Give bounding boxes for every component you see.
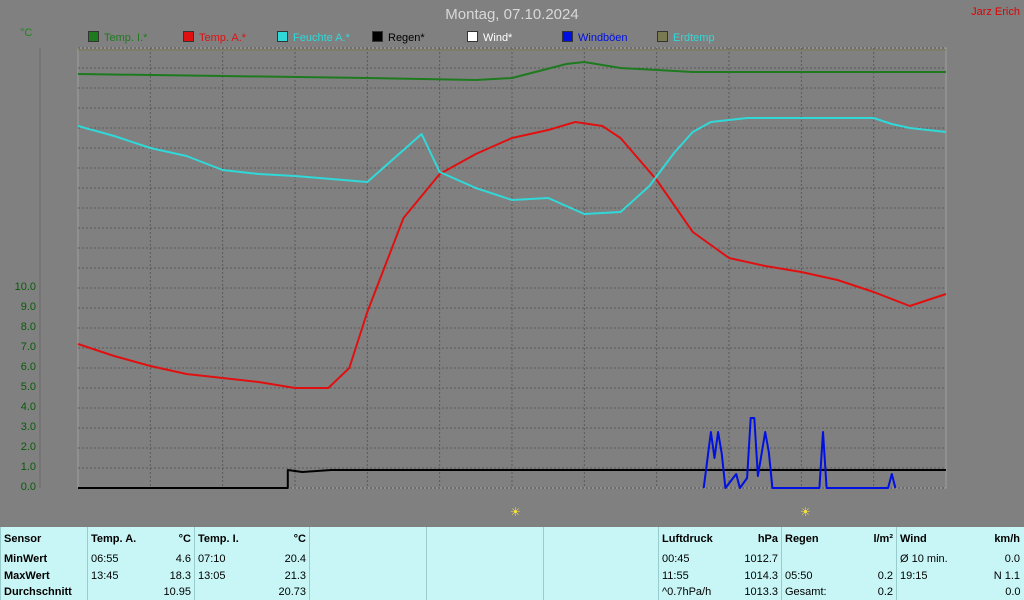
author-label: Jarz Erich bbox=[971, 6, 1020, 18]
hdr-luftdruck: Luftdruck bbox=[658, 527, 725, 552]
rain-total-label: Gesamt: bbox=[781, 583, 858, 600]
wind-max-value: N 1.1 bbox=[993, 569, 1020, 582]
ti-min-time: 07:10 bbox=[194, 551, 251, 568]
legend-item-windboeen: Windböen bbox=[562, 31, 628, 45]
y-tick-label: 9.0 bbox=[20, 301, 36, 313]
y-tick-label: 2.0 bbox=[20, 441, 36, 453]
stats-table: Sensor Temp. A. °C Temp. I. °C Luftdruck… bbox=[0, 527, 1024, 600]
legend-item-temp-i: Temp. I.* bbox=[88, 31, 147, 45]
ti-max-time: 13:05 bbox=[194, 567, 251, 584]
sunrise-icon: ☀ bbox=[510, 505, 521, 519]
ti-min-value: 20.4 bbox=[284, 553, 306, 566]
ti-avg-value: 20.73 bbox=[278, 585, 306, 598]
legend-item-temp-a: Temp. A.* bbox=[183, 31, 246, 45]
row-label-max: MaxWert bbox=[0, 567, 88, 584]
y-tick-label: 5.0 bbox=[20, 381, 36, 393]
p-max-value: 1014.3 bbox=[744, 569, 778, 582]
ta-min-time: 06:55 bbox=[87, 551, 144, 568]
row-label-min: MinWert bbox=[0, 551, 88, 568]
p-min-value: 1012.7 bbox=[744, 553, 778, 566]
wind-last-value: 0.0 bbox=[1005, 585, 1021, 598]
chart-title: Montag, 07.10.2024 bbox=[445, 6, 579, 23]
y-tick-label: 10.0 bbox=[14, 281, 36, 293]
hdr-regen-unit: l/m² bbox=[873, 533, 893, 546]
y-tick-label: 1.0 bbox=[20, 461, 36, 473]
hdr-sensor: Sensor bbox=[0, 527, 88, 552]
p-trend: ^0.7hPa/h bbox=[658, 583, 725, 600]
p-min-time: 00:45 bbox=[658, 551, 725, 568]
y-tick-label: 7.0 bbox=[20, 341, 36, 353]
hdr-regen: Regen bbox=[781, 527, 858, 552]
rain-value: 0.2 bbox=[877, 569, 893, 582]
ti-max-value: 21.3 bbox=[284, 569, 306, 582]
hdr-temp-i: Temp. I. bbox=[194, 527, 251, 552]
ta-min-value: 4.6 bbox=[175, 553, 191, 566]
ta-avg-value: 10.95 bbox=[163, 585, 191, 598]
wind-avg-label: Ø 10 min. bbox=[896, 551, 963, 568]
hdr-temp-a-unit: °C bbox=[178, 533, 191, 546]
legend-item-feuchte-a: Feuchte A.* bbox=[277, 31, 350, 45]
ta-max-time: 13:45 bbox=[87, 567, 144, 584]
y-tick-label: 6.0 bbox=[20, 361, 36, 373]
row-label-avg: Durchschnitt bbox=[0, 583, 88, 600]
legend-item-wind: Wind* bbox=[467, 31, 512, 45]
wind-max-time: 19:15 bbox=[896, 567, 963, 584]
legend-item-erdtemp: Erdtemp bbox=[657, 31, 715, 45]
p-avg-value: 1013.3 bbox=[744, 585, 778, 598]
y-tick-label: 0.0 bbox=[20, 481, 36, 493]
hdr-luftdruck-unit: hPa bbox=[757, 533, 778, 546]
wind-avg-value: 0.0 bbox=[1004, 553, 1020, 566]
p-max-time: 11:55 bbox=[658, 567, 725, 584]
hdr-temp-a: Temp. A. bbox=[87, 527, 144, 552]
y-tick-label: 3.0 bbox=[20, 421, 36, 433]
y-tick-label: 8.0 bbox=[20, 321, 36, 333]
hdr-wind-unit: km/h bbox=[994, 533, 1020, 546]
ta-max-value: 18.3 bbox=[169, 569, 191, 582]
y-tick-label: 4.0 bbox=[20, 401, 36, 413]
rain-time: 05:50 bbox=[781, 567, 858, 584]
chart bbox=[39, 47, 947, 489]
legend-item-regen: Regen* bbox=[372, 31, 425, 45]
hdr-temp-i-unit: °C bbox=[293, 533, 306, 546]
chart-legend: Temp. I.* Temp. A.* Feuchte A.* Regen* W… bbox=[0, 31, 1024, 45]
sunset-icon: ☀ bbox=[800, 505, 811, 519]
rain-total-value: 0.2 bbox=[877, 585, 893, 598]
hdr-wind: Wind bbox=[896, 527, 963, 552]
